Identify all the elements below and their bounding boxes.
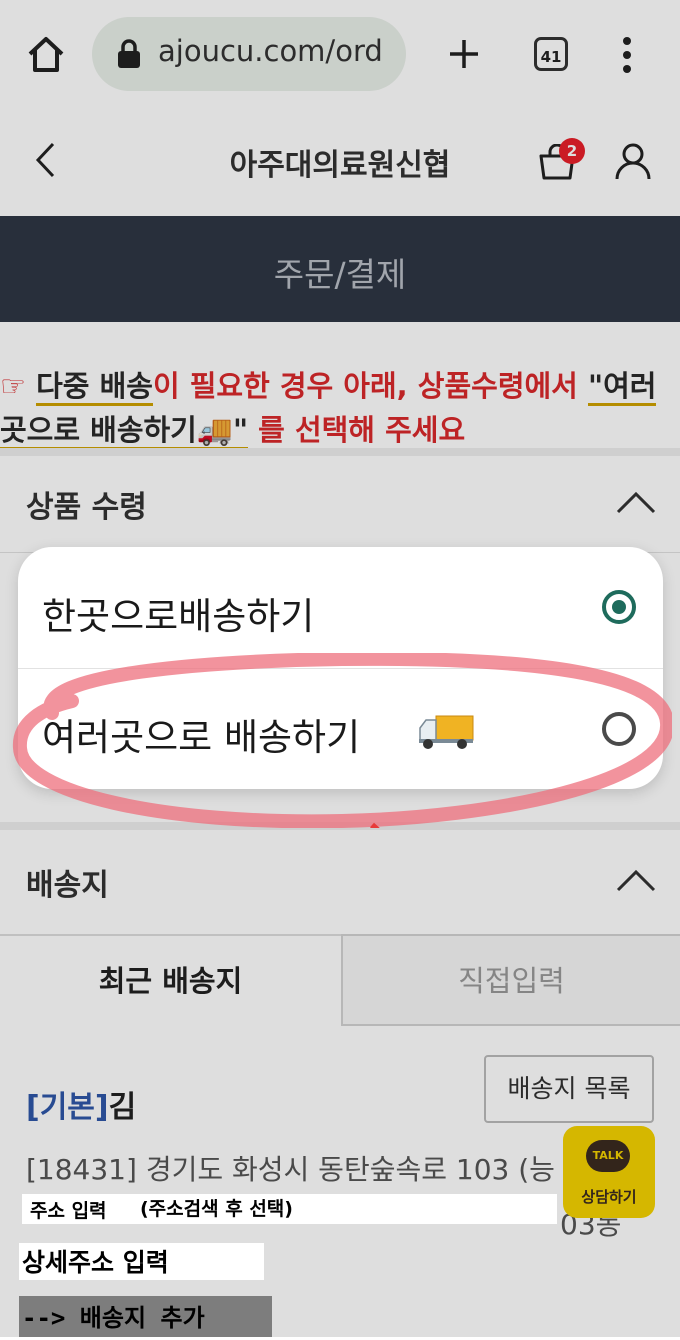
recipient-name: 김 [108,1090,137,1125]
tab-switcher-button[interactable]: 41 [534,37,568,71]
pointer-icon: ☞ [0,369,26,403]
default-address-name: [기본]김 [26,1082,136,1126]
address-search-hint: (주소검색 후 선택) [140,1198,293,1220]
option-divider [18,668,663,669]
url-text[interactable]: ajoucu.com/ord [158,34,394,68]
add-address-annotation: --> 배송지 추가 [19,1296,272,1337]
notice-text-end: 를 선택해 주세요 [248,413,466,447]
receipt-section-title: 상품 수령 [26,490,147,525]
option-single-shipping[interactable]: 한곳으로배송하기 [42,586,314,640]
chevron-up-icon[interactable] [616,490,656,514]
address-input-annotation: 주소 입력 (주소검색 후 선택) [22,1194,557,1224]
address-input-label: 주소 입력 [30,1200,107,1222]
default-tag: [기본] [26,1090,109,1125]
tab-recent-address[interactable]: 최근 배송지 [0,934,341,1026]
radio-unselected[interactable] [602,712,636,746]
kakao-consult-label: 상담하기 [581,1188,637,1206]
multi-shipping-notice: ☞ 다중 배송이 필요한 경우 아래, 상품수령에서 "여러곳으로 배송하기🚚"… [0,364,680,452]
user-icon[interactable] [614,142,652,180]
chevron-up-icon[interactable] [616,868,656,892]
home-icon[interactable] [26,34,66,74]
radio-selected[interactable] [602,590,636,624]
option-multi-shipping[interactable]: 여러곳으로 배송하기 [42,707,360,761]
shipping-section-title: 배송지 [26,868,109,903]
more-menu-icon[interactable] [620,36,634,74]
notice-text: 이 필요한 경우 아래, 상품수령에서 [152,369,588,403]
talk-bubble-icon: TALK [586,1140,630,1172]
new-tab-icon[interactable] [448,38,480,70]
cart-badge: 2 [559,138,585,164]
section-divider [0,448,680,456]
tab-direct-input[interactable]: 직접입력 [341,934,680,1026]
order-title: 주문/결제 [273,255,407,294]
section-divider [0,822,680,830]
lock-icon [118,39,140,68]
redaction-mark [133,1083,195,1119]
notice-highlight-multi: 다중 배송 [36,369,153,406]
address-list-button[interactable]: 배송지 목록 [484,1055,654,1123]
detail-address-annotation: 상세주소 입력 [19,1243,264,1280]
delivery-truck-icon [419,715,474,749]
address-line: [18431] 경기도 화성시 동탄숲속로 103 (능 [26,1153,555,1186]
